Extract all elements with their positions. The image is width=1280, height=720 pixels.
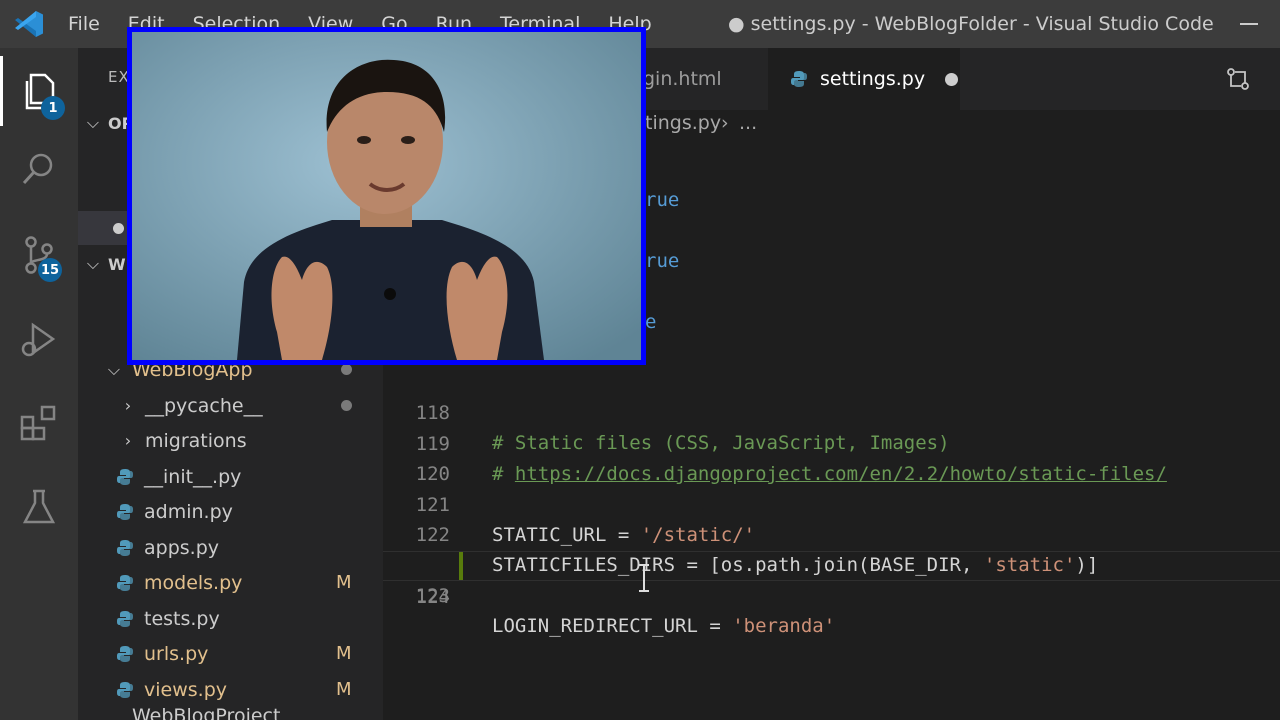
python-file-icon <box>117 539 133 556</box>
scm-badge: 15 <box>38 258 62 282</box>
item-label: tests.py <box>144 607 220 630</box>
tree-file-views[interactable]: views.py M <box>78 672 383 707</box>
testing-activity[interactable] <box>0 472 78 542</box>
python-file-icon <box>117 574 133 591</box>
python-file-icon <box>117 468 133 485</box>
code-line-124: 124 <box>383 551 1280 608</box>
minimize-button[interactable] <box>1240 23 1258 25</box>
tab-label: gin.html <box>643 68 722 90</box>
item-label: migrations <box>145 429 247 452</box>
item-label: WebBlogProject <box>132 708 281 720</box>
vscode-window: File Edit Selection View Go Run Terminal… <box>0 0 1280 720</box>
source-control-activity[interactable]: 15 <box>0 220 78 290</box>
modified-status: M <box>336 643 352 664</box>
item-label: __pycache__ <box>145 394 263 417</box>
extensions-activity[interactable] <box>0 388 78 458</box>
code-text: LOGIN_REDIRECT_URL = 'beranda' <box>492 611 835 641</box>
tab-label: settings.py <box>820 68 926 90</box>
code-text: rue <box>645 250 680 272</box>
item-label: admin.py <box>144 500 233 523</box>
breadcrumb-file[interactable]: tings.py <box>645 112 721 134</box>
code-line-122: 122 STATICFILES_DIRS = [os.path.join(BAS… <box>383 490 1280 576</box>
python-file-icon <box>117 681 133 698</box>
chevron-down-icon: ⌵ <box>86 254 100 273</box>
tree-file-urls[interactable]: urls.py M <box>78 636 383 671</box>
chevron-right-icon: › <box>124 431 132 450</box>
code-var: LOGIN_REDIRECT_URL = <box>492 615 733 637</box>
tree-folder-pycache[interactable]: › __pycache__ <box>78 388 383 423</box>
modified-dot-icon <box>341 364 352 375</box>
code-line-119: 119 # https://docs.djangoproject.com/en/… <box>383 399 1280 485</box>
item-label: __init__.py <box>144 465 242 488</box>
item-label: apps.py <box>144 536 220 559</box>
chevron-down-icon: ⌵ <box>86 113 100 132</box>
breadcrumb-more[interactable]: ... <box>739 112 757 134</box>
webcam-overlay <box>127 27 646 365</box>
text-cursor-icon <box>639 564 649 592</box>
chevron-right-icon: › <box>124 396 132 415</box>
item-label: urls.py <box>144 642 209 665</box>
explorer-badge: 1 <box>41 96 65 120</box>
modified-dot-icon <box>341 400 352 411</box>
python-file-icon <box>117 610 133 627</box>
tree-folder-webblogproject[interactable]: WebBlogProject <box>78 708 383 720</box>
tree-file-admin[interactable]: admin.py <box>78 494 383 529</box>
item-label: views.py <box>144 678 227 701</box>
tree-file-models[interactable]: models.py M <box>78 565 383 600</box>
menu-file[interactable]: File <box>68 13 100 35</box>
code-line-118: 118 # Static files (CSS, JavaScript, Ima… <box>383 368 1280 454</box>
run-debug-activity[interactable] <box>0 304 78 374</box>
breadcrumb-separator: › <box>721 112 729 134</box>
python-file-icon <box>117 645 133 662</box>
tree-folder-migrations[interactable]: › migrations <box>78 423 383 458</box>
line-number: 124 <box>415 586 450 608</box>
tree-file-tests[interactable]: tests.py <box>78 601 383 636</box>
tree-file-apps[interactable]: apps.py <box>78 530 383 565</box>
search-icon <box>22 153 53 185</box>
code-line-123: 123 LOGIN_REDIRECT_URL = 'beranda' <box>383 521 1280 637</box>
flask-icon <box>22 489 56 524</box>
open-changes-icon[interactable] <box>1226 67 1250 91</box>
extensions-icon <box>20 405 56 441</box>
vscode-logo-icon <box>15 11 43 37</box>
window-title: ● settings.py - WebBlogFolder - Visual S… <box>728 13 1214 35</box>
python-file-icon <box>117 503 133 520</box>
tab-settings-py[interactable]: settings.py <box>768 48 960 110</box>
code-text: e <box>645 311 657 333</box>
tree-file-init[interactable]: __init__.py <box>78 459 383 494</box>
explorer-activity[interactable]: 1 <box>0 56 78 126</box>
search-activity[interactable] <box>0 134 78 204</box>
presenter-video-image <box>132 32 641 360</box>
unsaved-dot-icon[interactable] <box>945 72 959 86</box>
activity-bar: 1 15 <box>0 48 78 720</box>
code-line-120: 120 <box>383 429 1280 485</box>
workspace-label: W <box>108 254 126 274</box>
python-file-icon <box>791 71 807 87</box>
code-string: 'beranda' <box>732 615 836 637</box>
chevron-down-icon: ⌵ <box>107 359 121 379</box>
run-debug-icon <box>21 322 56 357</box>
code-line-121: 121 STATIC_URL = '/static/' <box>383 460 1280 546</box>
modified-status: M <box>336 572 352 593</box>
code-text: rue <box>645 189 680 211</box>
item-label: models.py <box>144 571 243 594</box>
unsaved-dot-icon <box>113 223 124 234</box>
modified-status: M <box>336 679 352 700</box>
